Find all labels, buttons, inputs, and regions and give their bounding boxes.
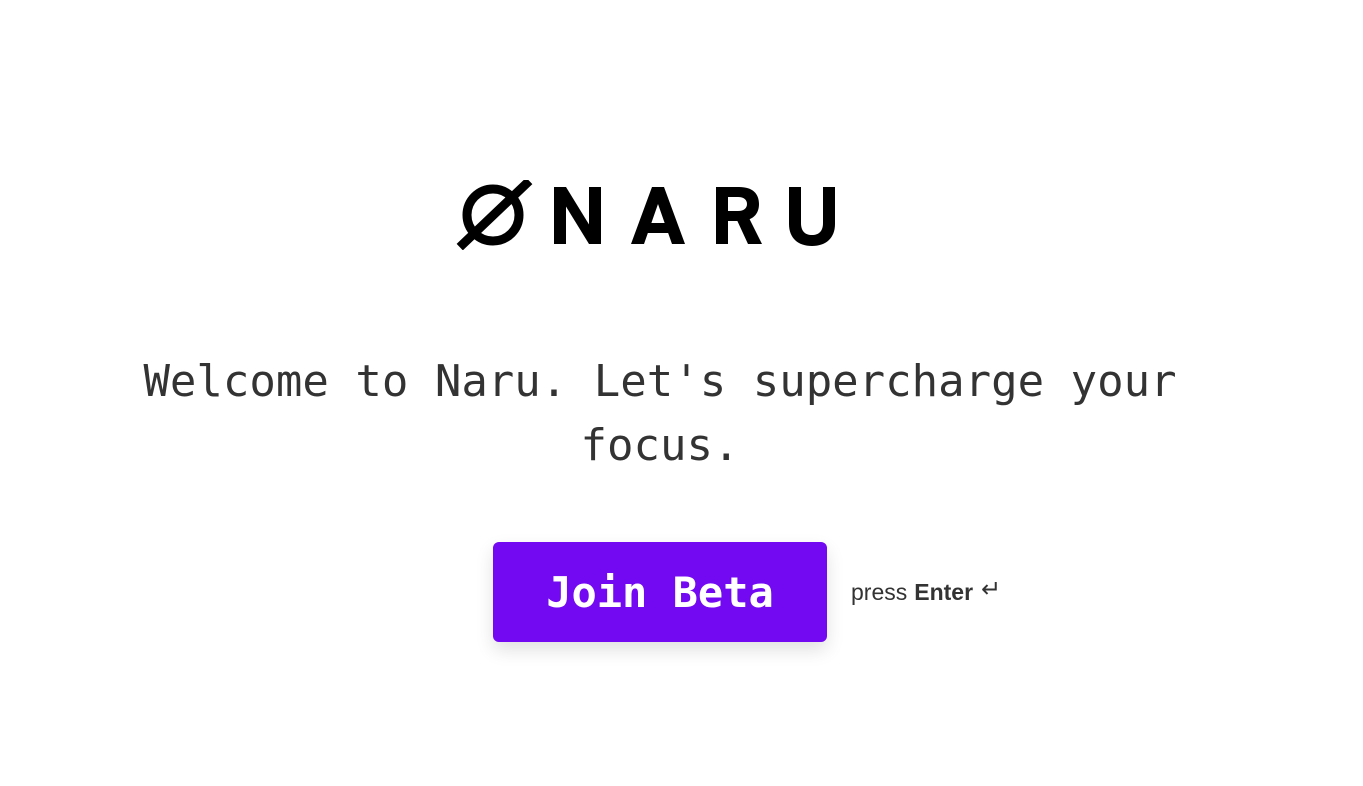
welcome-message: Welcome to Naru. Let's supercharge your … [143, 356, 1177, 471]
logo-slashed-o [456, 180, 533, 250]
welcome-page: Welcome to Naru. Let's supercharge your … [0, 0, 1363, 786]
return-key-icon: ↵ [981, 575, 1002, 603]
join-beta-button[interactable]: Join Beta [493, 542, 827, 642]
logo-letter-r [716, 187, 762, 244]
enter-hint: press Enter ↵ [851, 575, 1002, 607]
cta-row: Join Beta press Enter ↵ [493, 542, 1001, 642]
hint-prefix: press [851, 578, 908, 605]
naru-logo [456, 180, 842, 250]
logo-letter-u [789, 187, 835, 246]
hint-key: Enter [914, 578, 974, 605]
logo-letter-n [554, 187, 601, 244]
logo-letter-a [631, 187, 685, 244]
naru-logo-graphic [456, 180, 835, 250]
